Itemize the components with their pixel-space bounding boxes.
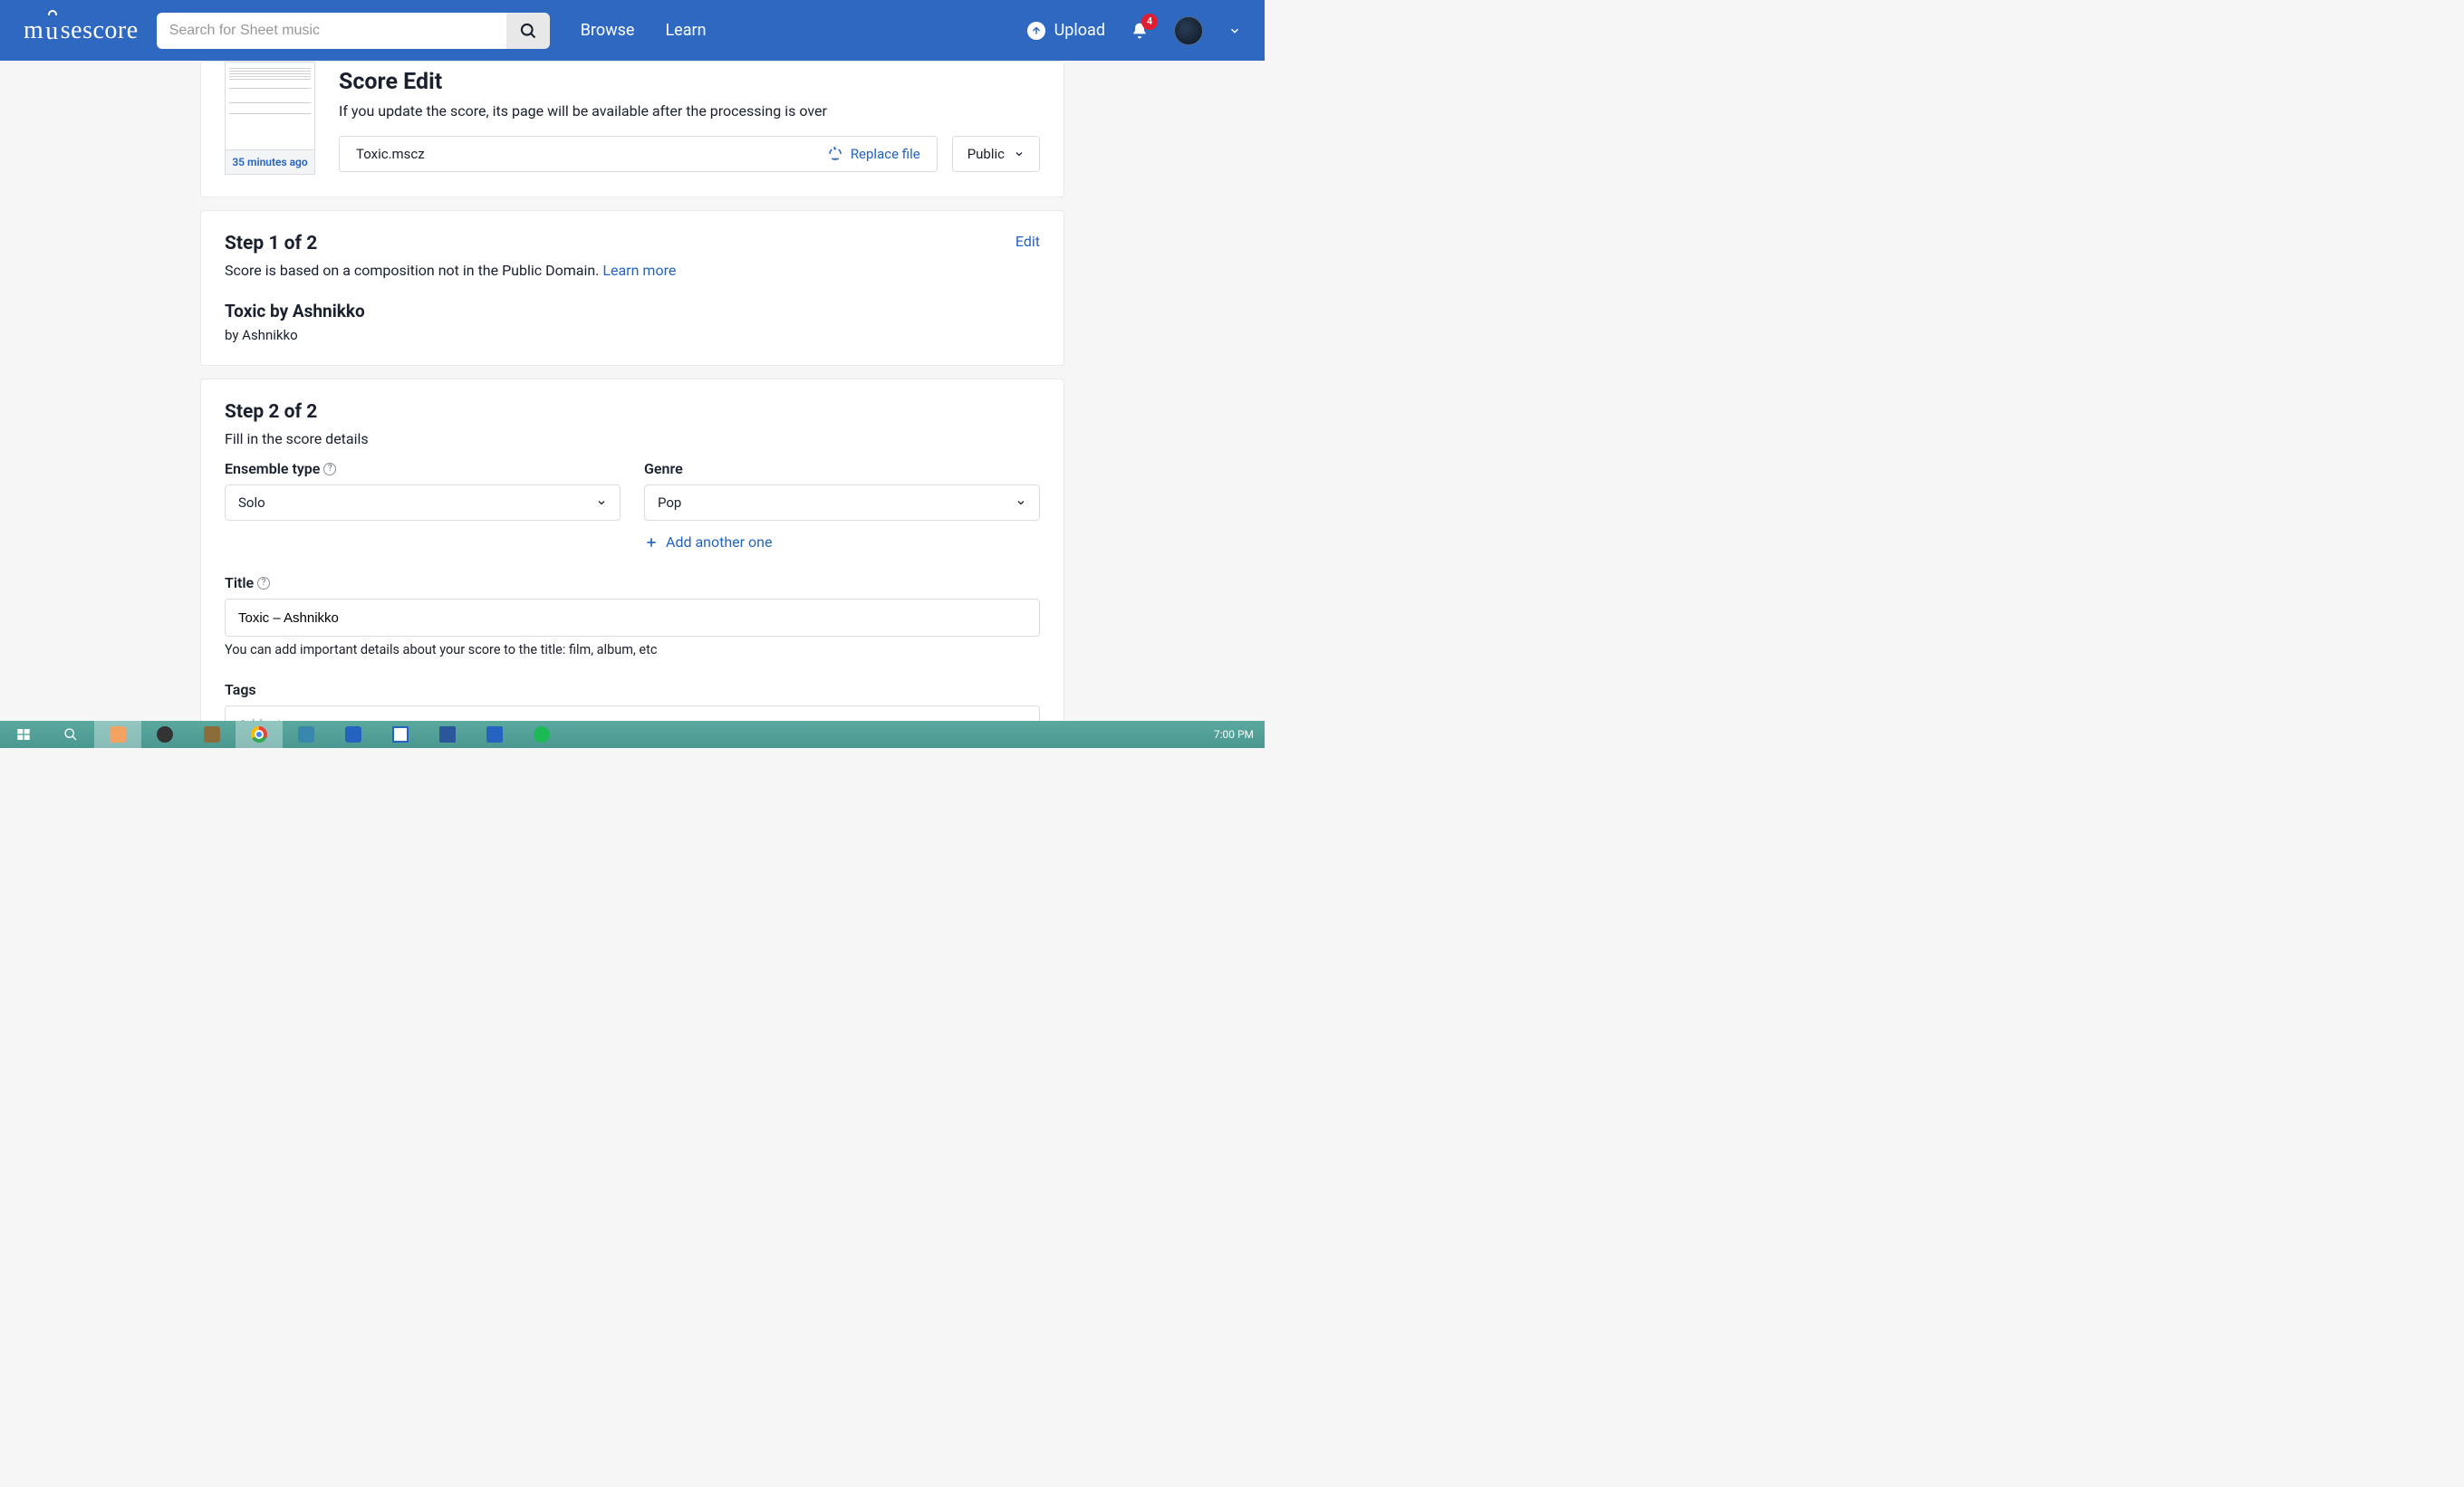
notifications-badge: 4 xyxy=(1141,14,1158,30)
search-icon xyxy=(63,727,78,742)
step2-desc: Fill in the score details xyxy=(225,430,1040,447)
title-hint: You can add important details about your… xyxy=(225,642,1040,657)
ensemble-select[interactable]: Solo xyxy=(225,484,621,521)
visibility-value: Public xyxy=(967,146,1005,162)
ensemble-value: Solo xyxy=(238,494,265,511)
windows-icon xyxy=(16,727,31,742)
thumbnail-timestamp: 35 minutes ago xyxy=(225,150,315,175)
plus-icon xyxy=(644,535,659,550)
taskbar-chrome[interactable] xyxy=(236,721,283,748)
score-thumbnail[interactable] xyxy=(225,62,315,150)
visibility-select[interactable]: Public xyxy=(952,136,1040,172)
file-box: Toxic.mscz Replace file xyxy=(339,136,938,172)
taskbar-spotify[interactable] xyxy=(518,721,565,748)
genre-value: Pop xyxy=(658,494,681,511)
nav-links: Browse Learn xyxy=(581,21,707,40)
score-edit-card: 35 minutes ago Score Edit If you update … xyxy=(200,61,1064,197)
tags-label: Tags xyxy=(225,681,1040,698)
taskbar-app-2[interactable] xyxy=(141,721,188,748)
genre-label: Genre xyxy=(644,460,1040,477)
chevron-down-icon xyxy=(1228,24,1241,37)
chevron-down-icon xyxy=(1015,497,1026,508)
taskbar: 7:00 PM xyxy=(0,721,1265,748)
upload-button[interactable]: Upload xyxy=(1027,21,1105,40)
search-icon xyxy=(519,22,537,40)
taskbar-app-6[interactable] xyxy=(330,721,377,748)
taskbar-search[interactable] xyxy=(47,721,94,748)
chevron-down-icon xyxy=(596,497,607,508)
sync-icon xyxy=(827,146,843,162)
title-label: Title ? xyxy=(225,574,1040,591)
notifications-button[interactable]: 4 xyxy=(1131,21,1149,41)
page-title: Score Edit xyxy=(339,69,1040,95)
step1-card: Step 1 of 2 Score is based on a composit… xyxy=(200,210,1064,366)
page-subtitle: If you update the score, its page will b… xyxy=(339,102,1040,120)
avatar[interactable] xyxy=(1174,16,1203,45)
help-icon[interactable]: ? xyxy=(257,577,270,590)
ensemble-label: Ensemble type ? xyxy=(225,460,621,477)
taskbar-app-3[interactable] xyxy=(188,721,236,748)
step1-desc: Score is based on a composition not in t… xyxy=(225,262,676,279)
search-button[interactable] xyxy=(506,13,550,49)
step1-heading: Step 1 of 2 xyxy=(225,233,676,254)
app-header: musescore Browse Learn Upload 4 xyxy=(0,0,1265,61)
song-title: Toxic by Ashnikko xyxy=(225,301,1040,321)
search-container xyxy=(157,13,550,49)
upload-icon xyxy=(1027,22,1045,40)
taskbar-app-5[interactable] xyxy=(283,721,330,748)
taskbar-app-7[interactable] xyxy=(377,721,424,748)
taskbar-clock[interactable]: 7:00 PM xyxy=(1214,728,1254,741)
replace-file-label: Replace file xyxy=(851,146,920,162)
search-input[interactable] xyxy=(157,13,506,49)
upload-label: Upload xyxy=(1054,21,1105,40)
step2-card: Step 2 of 2 Fill in the score details En… xyxy=(200,379,1064,748)
add-another-genre[interactable]: Add another one xyxy=(644,533,1040,551)
taskbar-app-1[interactable] xyxy=(94,721,141,748)
taskbar-app-9[interactable] xyxy=(471,721,518,748)
logo[interactable]: musescore xyxy=(24,15,139,46)
step2-heading: Step 2 of 2 xyxy=(225,401,1040,423)
nav-browse[interactable]: Browse xyxy=(581,21,635,40)
replace-file-link[interactable]: Replace file xyxy=(827,146,920,162)
learn-more-link[interactable]: Learn more xyxy=(602,262,676,279)
genre-select[interactable]: Pop xyxy=(644,484,1040,521)
user-menu-toggle[interactable] xyxy=(1228,24,1241,37)
chevron-down-icon xyxy=(1014,149,1025,159)
file-name: Toxic.mscz xyxy=(356,146,425,162)
taskbar-word[interactable] xyxy=(424,721,471,748)
step1-edit-link[interactable]: Edit xyxy=(1015,233,1040,250)
help-icon[interactable]: ? xyxy=(323,463,336,475)
start-button[interactable] xyxy=(0,721,47,748)
title-input[interactable] xyxy=(225,599,1040,637)
song-byline: by Ashnikko xyxy=(225,327,1040,343)
nav-learn[interactable]: Learn xyxy=(665,21,706,40)
